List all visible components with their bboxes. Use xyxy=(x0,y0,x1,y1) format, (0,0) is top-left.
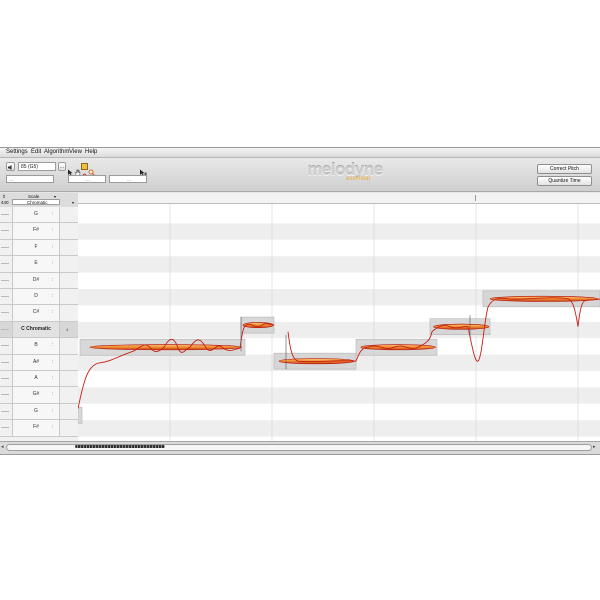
key-row[interactable]: C#: xyxy=(0,305,78,322)
pitch-lane xyxy=(78,420,600,437)
key-tick xyxy=(1,394,9,396)
key-dots: : xyxy=(52,227,54,234)
key-dots: : xyxy=(52,276,54,283)
tuning-toggle[interactable]: ⇕ xyxy=(2,194,10,199)
pitch-lane xyxy=(78,272,600,289)
pitch-lane xyxy=(78,256,600,273)
scale-select-arrow[interactable]: ▾ xyxy=(72,200,74,205)
scale-select[interactable]: Chromatic xyxy=(12,199,60,205)
key-row[interactable]: A: xyxy=(0,371,78,388)
cursor-tool[interactable] xyxy=(139,163,147,176)
melodyne-logo: melodyne essential xyxy=(298,160,392,183)
menu-bar: Settings Edit Algorithm View Help xyxy=(0,148,600,158)
scroll-overview[interactable] xyxy=(75,445,165,448)
key-row[interactable]: F#: xyxy=(0,223,78,240)
key-tick xyxy=(1,214,9,215)
melodyne-window: Settings Edit Algorithm View Help 85 (G5… xyxy=(0,147,600,455)
pitch-lane xyxy=(78,321,600,339)
scale-marker: 4 xyxy=(66,326,69,332)
scale-header: ⇕ Scale ▾ 440 Chromatic ▾ xyxy=(0,193,78,208)
key-row[interactable]: G#: xyxy=(0,387,78,404)
scroll-left-arrow[interactable]: ◂ xyxy=(1,444,4,451)
pitch-lane xyxy=(78,371,600,388)
horizontal-scrollbar[interactable]: ◂ ▸ xyxy=(0,441,600,454)
pitch-lane xyxy=(78,403,600,421)
toolbar: 85 (G5) ... ... ... ... melodyne essenti… xyxy=(0,158,600,192)
key-tick xyxy=(1,230,9,232)
tool-field-b[interactable]: ... xyxy=(109,175,147,183)
key-tick xyxy=(1,246,9,248)
tool-field-a[interactable]: ... xyxy=(68,175,106,183)
key-row[interactable]: A#: xyxy=(0,354,78,371)
tempo-field[interactable]: 85 (G5) xyxy=(18,162,56,171)
pitch-lane xyxy=(78,305,600,322)
key-dots: : xyxy=(52,243,54,250)
left-info-field: ... xyxy=(6,175,54,183)
menu-settings[interactable]: Settings xyxy=(6,149,28,156)
key-dots: : xyxy=(52,375,54,381)
key-tick xyxy=(1,279,9,281)
key-tick xyxy=(1,312,9,314)
key-tick xyxy=(1,427,9,429)
key-row[interactable]: C Chromatic 4 xyxy=(0,321,78,339)
key-tick xyxy=(1,263,9,265)
correct-pitch-button[interactable]: Correct Pitch xyxy=(537,164,592,174)
speaker-button[interactable] xyxy=(6,162,15,171)
note-blob[interactable] xyxy=(433,323,490,330)
key-dots: : xyxy=(52,211,54,217)
note-blob[interactable] xyxy=(360,344,436,351)
menu-algorithm[interactable]: Algorithm xyxy=(44,149,69,156)
pitch-lane xyxy=(78,387,600,404)
key-tick xyxy=(1,328,9,330)
menu-help[interactable]: Help xyxy=(85,149,97,156)
note-editor[interactable] xyxy=(78,204,600,441)
key-dots: : xyxy=(52,342,54,349)
key-row[interactable]: E: xyxy=(0,256,78,273)
speaker-icon xyxy=(8,164,12,170)
scroll-right-arrow[interactable]: ▸ xyxy=(593,444,596,451)
pitch-lane xyxy=(78,239,600,257)
pointer-tool[interactable] xyxy=(67,163,74,176)
pitch-lane xyxy=(78,223,600,240)
key-dots: : xyxy=(52,309,54,316)
key-dots: : xyxy=(52,260,54,267)
key-dots: : xyxy=(52,407,54,414)
menu-view[interactable]: View xyxy=(69,149,82,156)
key-dots: : xyxy=(52,293,54,299)
key-row[interactable]: F: xyxy=(0,239,78,257)
key-label: C Chromatic xyxy=(12,321,60,338)
logo-wordmark: melodyne xyxy=(307,160,383,179)
key-row[interactable]: D#: xyxy=(0,272,78,289)
pitch-lane xyxy=(78,207,600,224)
note-blob[interactable] xyxy=(89,344,243,351)
key-tick xyxy=(1,345,9,347)
notes-layer xyxy=(78,204,600,441)
time-ruler[interactable] xyxy=(78,193,600,204)
key-row[interactable]: G: xyxy=(0,403,78,421)
key-row[interactable]: G: xyxy=(0,207,78,224)
key-dots: : xyxy=(52,358,54,365)
key-tick xyxy=(1,410,9,412)
key-dots: : xyxy=(52,391,54,398)
pitch-tool[interactable] xyxy=(81,163,88,177)
ruler-marker xyxy=(475,195,476,201)
menu-edit[interactable]: Edit xyxy=(31,149,41,156)
key-tick xyxy=(1,296,9,297)
quantize-time-button[interactable]: Quantize Time xyxy=(537,176,592,186)
hand-tool[interactable] xyxy=(74,163,81,176)
key-dots: : xyxy=(52,424,54,431)
key-row[interactable]: F#: xyxy=(0,420,78,437)
note-box[interactable] xyxy=(78,406,83,424)
key-row[interactable]: B: xyxy=(0,338,78,355)
tuning-value[interactable]: 440 xyxy=(1,200,9,205)
tempo-more-button[interactable]: ... xyxy=(58,162,66,171)
pitch-ruler: G: F#: F: E: D#: D: C#: C Chromatic 4 B: A#: A: G#: G… xyxy=(0,207,78,441)
key-tick xyxy=(1,361,9,363)
key-row[interactable]: D: xyxy=(0,289,78,306)
key-tick xyxy=(1,378,9,379)
zoom-tool[interactable] xyxy=(88,163,95,176)
